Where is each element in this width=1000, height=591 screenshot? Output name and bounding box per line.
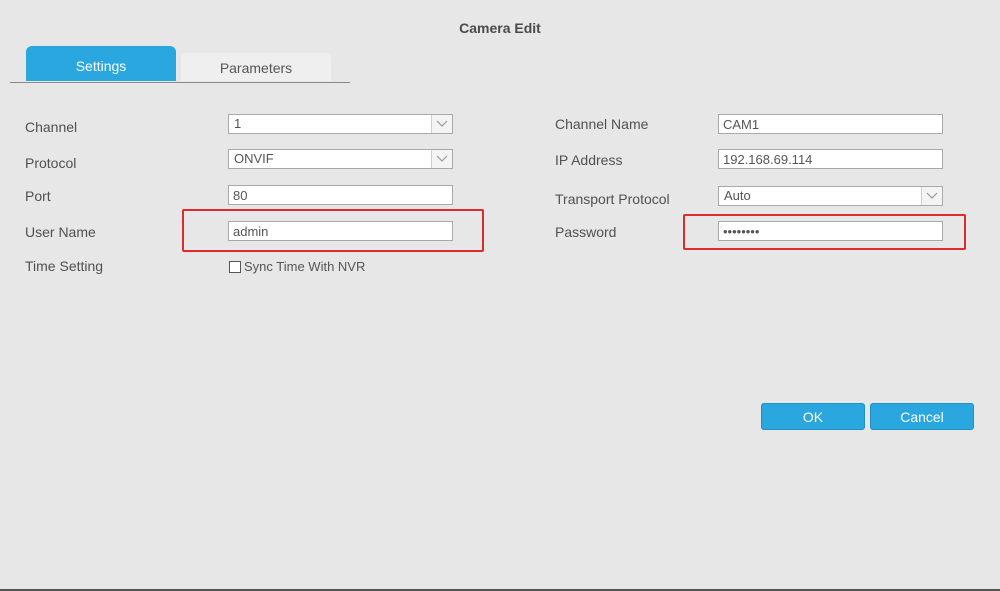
channel-name-label: Channel Name — [555, 116, 649, 132]
channel-value: 1 — [234, 116, 242, 131]
chevron-down-icon[interactable] — [921, 187, 942, 205]
protocol-select[interactable]: ONVIF — [228, 149, 453, 169]
username-highlight-box — [182, 209, 484, 252]
ok-button[interactable]: OK — [761, 403, 865, 430]
protocol-value: ONVIF — [234, 151, 274, 166]
transport-protocol-value: Auto — [724, 188, 751, 203]
camera-edit-dialog: Camera Edit Settings Parameters Channel … — [0, 0, 1000, 591]
channel-label: Channel — [25, 119, 78, 135]
password-label: Password — [555, 224, 617, 240]
tab-bar: Settings Parameters — [10, 46, 350, 83]
ip-address-label: IP Address — [555, 152, 623, 168]
sync-time-checkbox[interactable] — [229, 261, 241, 273]
time-setting-label: Time Setting — [25, 258, 104, 274]
transport-protocol-select[interactable]: Auto — [718, 186, 943, 206]
tab-settings[interactable]: Settings — [26, 46, 176, 81]
tab-parameters[interactable]: Parameters — [181, 53, 331, 81]
cancel-button[interactable]: Cancel — [870, 403, 974, 430]
chevron-down-icon[interactable] — [431, 115, 452, 133]
dialog-title: Camera Edit — [459, 20, 541, 36]
channel-select[interactable]: 1 — [228, 114, 453, 134]
channel-name-field[interactable] — [718, 114, 943, 134]
password-highlight-box — [683, 214, 966, 250]
chevron-down-icon[interactable] — [431, 150, 452, 168]
username-label: User Name — [25, 224, 96, 240]
ip-address-field[interactable] — [718, 149, 943, 169]
protocol-label: Protocol — [25, 155, 77, 171]
sync-time-label: Sync Time With NVR — [244, 259, 366, 274]
port-label: Port — [25, 188, 51, 204]
port-field[interactable] — [228, 185, 453, 205]
transport-protocol-label: Transport Protocol — [555, 191, 670, 207]
